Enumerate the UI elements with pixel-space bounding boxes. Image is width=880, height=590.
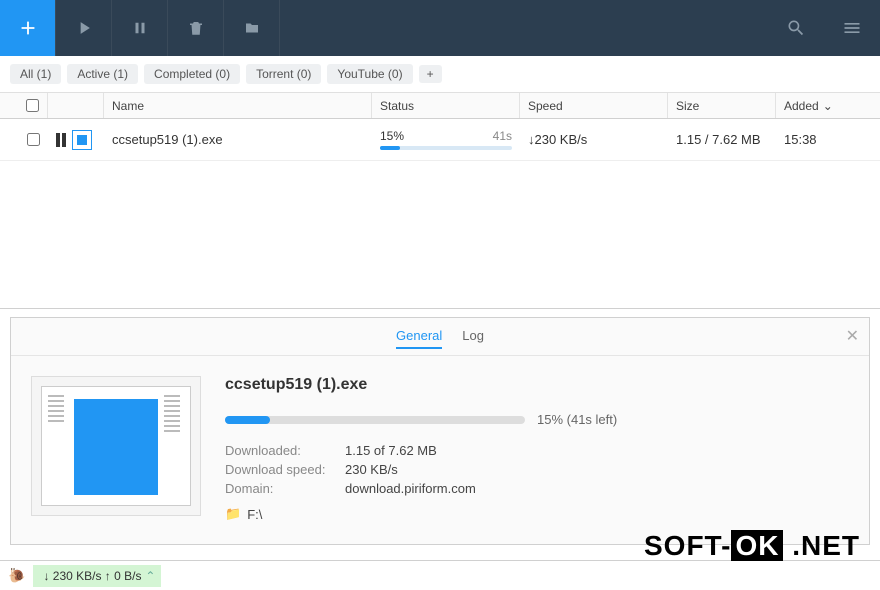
domain-label: Domain: xyxy=(225,481,345,496)
save-location[interactable]: 📁 F:\ xyxy=(225,506,849,522)
delete-button[interactable] xyxy=(168,0,224,56)
move-button[interactable] xyxy=(224,0,280,56)
row-filename: ccsetup519 (1).exe xyxy=(104,132,372,147)
main-toolbar xyxy=(0,0,880,56)
folder-icon: 📁 xyxy=(225,506,241,522)
pause-button[interactable] xyxy=(112,0,168,56)
add-filter-button[interactable]: + xyxy=(419,65,442,83)
menu-button[interactable] xyxy=(824,0,880,56)
speed-value: 230 KB/s xyxy=(345,462,398,477)
filter-active[interactable]: Active (1) xyxy=(67,64,138,84)
snail-icon[interactable]: 🐌 xyxy=(8,567,25,584)
filter-youtube[interactable]: YouTube (0) xyxy=(327,64,412,84)
detail-progress-bar xyxy=(225,416,525,424)
watermark: SOFT-OK .NET xyxy=(644,530,860,562)
filter-torrent[interactable]: Torrent (0) xyxy=(246,64,321,84)
close-detail-button[interactable]: ✕ xyxy=(846,326,859,346)
file-preview xyxy=(31,376,201,516)
column-added[interactable]: Added⌄ xyxy=(776,93,836,118)
pause-icon[interactable] xyxy=(56,133,66,147)
status-bar: 🐌 ↓ 230 KB/s ↑ 0 B/s ⌃ xyxy=(0,560,880,590)
file-icon xyxy=(72,130,92,150)
select-all-checkbox[interactable] xyxy=(26,99,39,112)
downloaded-label: Downloaded: xyxy=(225,443,345,458)
detail-panel: General Log ✕ ccsetup519 (1).exe 15% (41… xyxy=(10,317,870,545)
filter-all[interactable]: All (1) xyxy=(10,64,61,84)
filter-tabs: All (1) Active (1) Completed (0) Torrent… xyxy=(0,56,880,93)
table-header: Name Status Speed Size Added⌄ xyxy=(0,93,880,119)
speed-label: Download speed: xyxy=(225,462,345,477)
chevron-down-icon: ⌄ xyxy=(823,99,833,113)
search-button[interactable] xyxy=(768,0,824,56)
downloads-list[interactable]: ccsetup519 (1).exe 15%41s ↓230 KB/s 1.15… xyxy=(0,119,880,309)
downloaded-value: 1.15 of 7.62 MB xyxy=(345,443,437,458)
play-button[interactable] xyxy=(56,0,112,56)
table-row[interactable]: ccsetup519 (1).exe 15%41s ↓230 KB/s 1.15… xyxy=(0,119,880,161)
tab-log[interactable]: Log xyxy=(462,324,484,349)
column-size[interactable]: Size xyxy=(668,93,776,118)
tab-general[interactable]: General xyxy=(396,324,442,349)
progress-fill xyxy=(380,146,400,150)
filter-completed[interactable]: Completed (0) xyxy=(144,64,240,84)
add-button[interactable] xyxy=(0,0,56,56)
row-checkbox[interactable] xyxy=(27,133,40,146)
column-speed[interactable]: Speed xyxy=(520,93,668,118)
row-size: 1.15 / 7.62 MB xyxy=(668,132,776,147)
speed-indicator[interactable]: ↓ 230 KB/s ↑ 0 B/s ⌃ xyxy=(33,565,161,587)
row-speed: ↓230 KB/s xyxy=(520,132,668,147)
row-added: 15:38 xyxy=(776,132,836,147)
column-status[interactable]: Status xyxy=(372,93,520,118)
detail-filename: ccsetup519 (1).exe xyxy=(225,376,849,394)
detail-progress-text: 15% (41s left) xyxy=(537,412,617,427)
row-status: 15%41s xyxy=(372,129,520,150)
column-name[interactable]: Name xyxy=(104,93,372,118)
domain-value: download.piriform.com xyxy=(345,481,476,496)
